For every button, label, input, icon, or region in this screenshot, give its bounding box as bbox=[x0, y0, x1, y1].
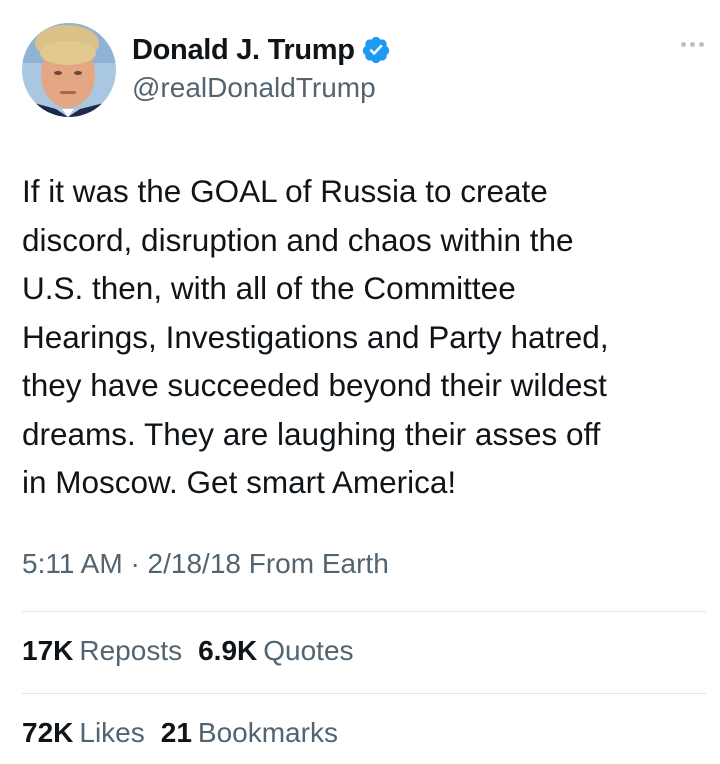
stats-row-shares: 17K Reposts 6.9K Quotes bbox=[22, 635, 354, 667]
stats-row-likes: 72K Likes 21 Bookmarks bbox=[22, 717, 338, 749]
quotes-label: Quotes bbox=[263, 635, 354, 666]
tweet-source: From Earth bbox=[248, 548, 389, 579]
tweet-time[interactable]: 5:11 AM bbox=[22, 548, 123, 579]
tweet-text: If it was the GOAL of Russia to create d… bbox=[22, 173, 609, 500]
meta-separator: · bbox=[130, 548, 140, 579]
reposts-count: 17K bbox=[22, 635, 74, 666]
bookmarks-count: 21 bbox=[160, 717, 192, 748]
avatar-image bbox=[22, 23, 116, 117]
likes-label: Likes bbox=[79, 717, 145, 748]
more-dot bbox=[698, 41, 704, 47]
likes-stat[interactable]: 72K Likes bbox=[22, 717, 145, 749]
author-display-name[interactable]: Donald J. Trump bbox=[132, 34, 355, 67]
tweet-date[interactable]: 2/18/18 bbox=[148, 548, 241, 579]
verified-badge-icon[interactable] bbox=[361, 35, 391, 65]
author-handle[interactable]: @realDonaldTrump bbox=[132, 72, 391, 104]
divider bbox=[22, 611, 706, 612]
display-name-row: Donald J. Trump bbox=[132, 30, 391, 70]
quotes-stat[interactable]: 6.9K Quotes bbox=[198, 635, 353, 667]
likes-count: 72K bbox=[22, 717, 74, 748]
author-names: Donald J. Trump @realDonaldTrump bbox=[132, 30, 391, 104]
bookmarks-stat[interactable]: 21 Bookmarks bbox=[161, 717, 338, 749]
avatar[interactable] bbox=[22, 23, 116, 117]
quotes-count: 6.9K bbox=[198, 635, 258, 666]
divider bbox=[22, 693, 706, 694]
more-dot bbox=[680, 41, 686, 47]
reposts-label: Reposts bbox=[79, 635, 183, 666]
tweet-header: Donald J. Trump @realDonaldTrump bbox=[22, 20, 712, 120]
more-options-icon[interactable] bbox=[672, 32, 712, 56]
bookmarks-label: Bookmarks bbox=[197, 717, 338, 748]
more-dot bbox=[689, 41, 695, 47]
reposts-stat[interactable]: 17K Reposts bbox=[22, 635, 182, 667]
tweet-meta: 5:11 AM · 2/18/18 From Earth bbox=[22, 548, 389, 580]
